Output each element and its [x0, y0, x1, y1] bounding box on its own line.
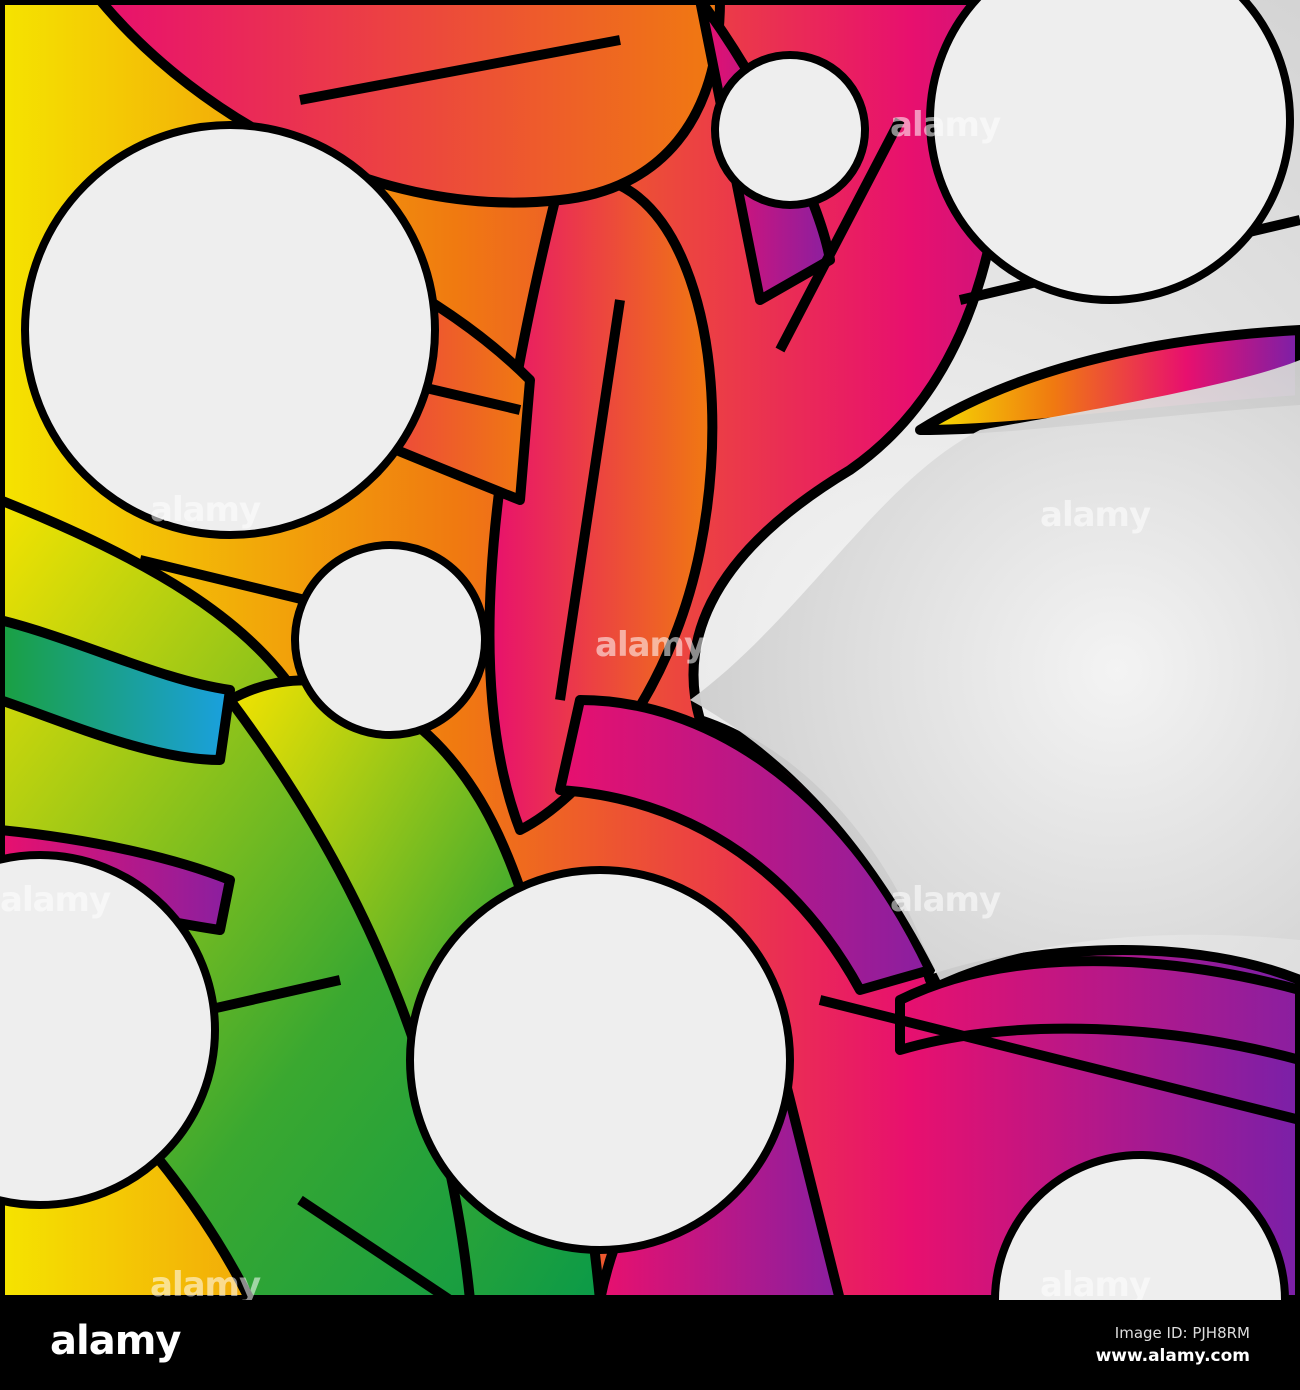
footer-bar: alamy Image ID: PJH8RM www.alamy.com — [0, 1300, 1300, 1390]
alamy-logo: alamy — [50, 1318, 181, 1364]
abstract-artwork — [0, 0, 1300, 1300]
image-id: Image ID: PJH8RM — [1114, 1324, 1250, 1342]
site-url: www.alamy.com — [1095, 1346, 1250, 1366]
